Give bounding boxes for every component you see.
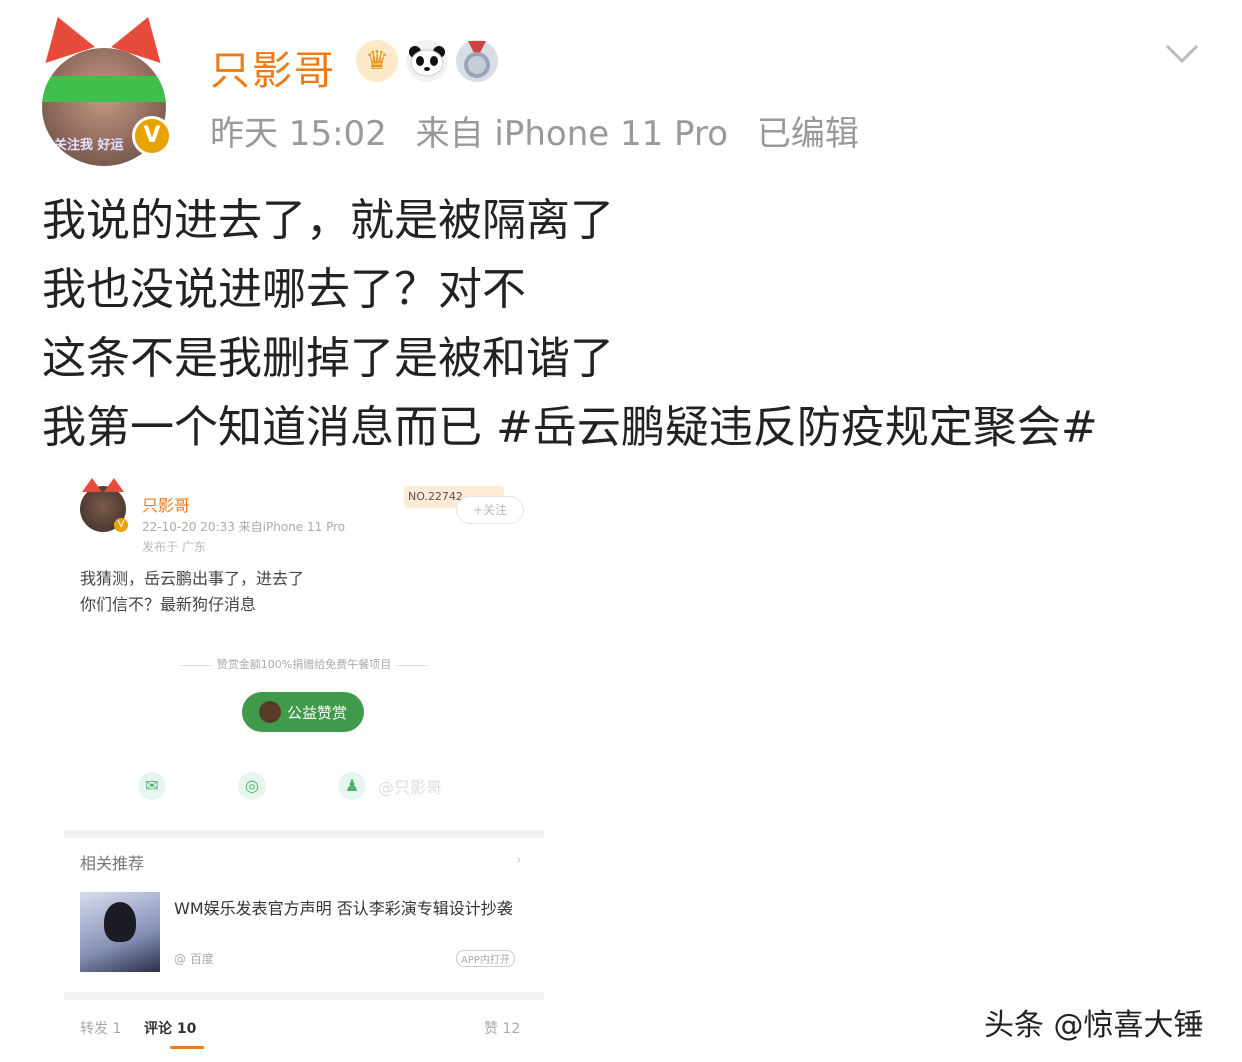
post-body: 我说的进去了，就是被隔离了 我也没说进哪去了？对不 这条不是我删掉了是被和谐了 … (42, 186, 1098, 462)
embedded-divider (64, 992, 544, 1000)
embedded-related-title: 相关推荐 (80, 854, 145, 873)
embedded-verified-icon: V (114, 518, 128, 532)
footer-watermark: 头条 @惊喜大锤 (984, 1008, 1204, 1043)
wechat-icon: ✉ (138, 772, 166, 800)
embedded-tab-underline (170, 1046, 204, 1049)
qq-icon: ♟ (338, 772, 366, 800)
embedded-follow-button: +关注 (456, 496, 524, 524)
embedded-watermark: @只影哥 (378, 778, 443, 797)
post-line: 这条不是我删掉了是被和谐了 (42, 333, 614, 384)
medal-icon[interactable] (456, 40, 498, 82)
avatar[interactable]: 关注我 好运 V (33, 8, 174, 166)
embedded-divider (64, 830, 544, 838)
embedded-text: 我猜测，岳云鹏出事了，进去了 你们信不？最新狗仔消息 (80, 566, 304, 618)
embedded-news-title: WM娱乐发表官方声明 否认李彩演专辑设计抄袭 (174, 899, 513, 918)
verified-icon: V (132, 116, 172, 156)
embedded-location: 发布于 广东 (142, 540, 206, 554)
embedded-username: 只影哥 (142, 496, 191, 515)
post-line: 我也没说进哪去了？对不 (42, 264, 526, 315)
panda-icon[interactable] (406, 40, 448, 82)
post-time: 昨天 15:02 (210, 114, 387, 154)
embedded-tab-like: 赞 12 (484, 1021, 521, 1037)
avatar-headband (42, 76, 166, 102)
embedded-tab-repost: 转发 1 (80, 1021, 122, 1037)
embedded-meta: 22-10-20 20:33 来自iPhone 11 Pro (142, 520, 346, 534)
username[interactable]: 只影哥 (210, 38, 336, 96)
embedded-reward-button: 公益赞赏 (242, 692, 364, 732)
badge-list: ♛ (356, 40, 498, 82)
avatar-caption: 关注我 好运 (54, 138, 124, 153)
chevron-down-icon[interactable] (1164, 36, 1200, 72)
embedded-news-source: @ 百度 (174, 952, 214, 966)
embedded-app-open: APP内打开 (456, 950, 515, 967)
post-meta: 昨天 15:02 来自 iPhone 11 Pro 已编辑 (210, 106, 877, 155)
embedded-text-line: 我猜测，岳云鹏出事了，进去了 (80, 569, 305, 588)
embedded-tab-comment: 评论 10 (144, 1021, 197, 1037)
post-line: 我第一个知道消息而已 #岳云鹏疑违反防疫规定聚会# (42, 402, 1098, 453)
embedded-related-arrow-icon: › (516, 852, 522, 868)
post-line: 我说的进去了，就是被隔离了 (42, 195, 614, 246)
post-source: 来自 iPhone 11 Pro (415, 114, 729, 154)
embedded-reward-note: 赞赏金额100%捐赠给免费午餐项目 (64, 656, 544, 672)
embedded-text-line: 你们信不？最新狗仔消息 (80, 595, 257, 614)
embedded-news-thumbnail (80, 892, 160, 972)
edited-label[interactable]: 已编辑 (757, 114, 859, 154)
embedded-reward-label: 公益赞赏 (286, 703, 347, 722)
embedded-reward-avatar-icon (258, 701, 281, 723)
crown-icon[interactable]: ♛ (356, 40, 398, 82)
embedded-screenshot[interactable]: V 只影哥 22-10-20 20:33 来自iPhone 11 Pro 发布于… (64, 472, 544, 1056)
moments-icon: ◎ (238, 772, 266, 800)
